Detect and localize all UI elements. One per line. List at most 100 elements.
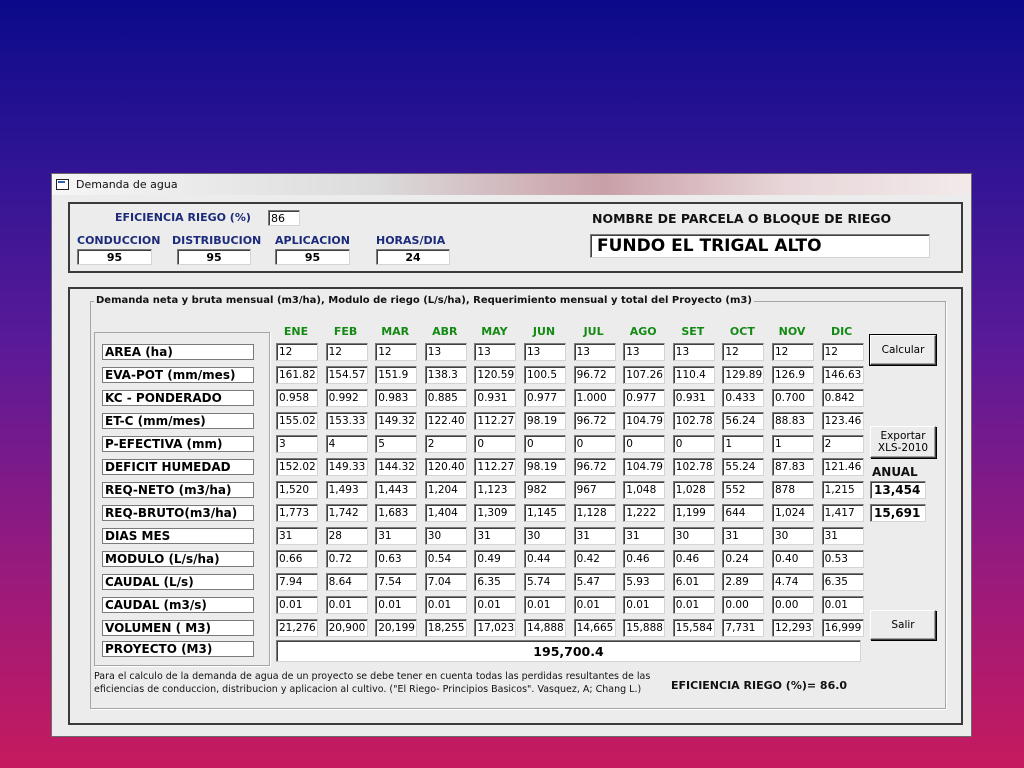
table-cell[interactable]: 0 xyxy=(474,435,517,453)
table-cell[interactable]: 12 xyxy=(722,343,765,361)
table-cell[interactable]: 5.47 xyxy=(573,573,616,591)
table-cell[interactable]: 0.53 xyxy=(821,550,864,568)
table-cell[interactable]: 0.72 xyxy=(325,550,368,568)
table-cell[interactable]: 153.33 xyxy=(325,412,368,430)
table-cell[interactable]: 14,665 xyxy=(573,619,616,637)
table-cell[interactable]: 0.885 xyxy=(424,389,467,407)
table-cell[interactable]: 0.46 xyxy=(672,550,715,568)
table-cell[interactable]: 4.74 xyxy=(772,573,814,591)
table-cell[interactable]: 1.000 xyxy=(573,389,616,407)
table-cell[interactable]: 155.02 xyxy=(276,412,318,430)
table-cell[interactable]: 1 xyxy=(772,435,814,453)
table-cell[interactable]: 13 xyxy=(573,343,616,361)
table-cell[interactable]: 161.82 xyxy=(276,366,318,384)
table-cell[interactable]: 104.79 xyxy=(623,412,666,430)
table-cell[interactable]: 151.9 xyxy=(375,366,418,384)
table-cell[interactable]: 0.01 xyxy=(623,596,666,614)
table-cell[interactable]: 107.26 xyxy=(623,366,666,384)
table-cell[interactable]: 1,742 xyxy=(325,504,368,522)
table-cell[interactable]: 102.78 xyxy=(672,412,715,430)
table-cell[interactable]: 1,404 xyxy=(424,504,467,522)
table-cell[interactable]: 0.01 xyxy=(325,596,368,614)
calcular-button[interactable]: Calcular xyxy=(869,334,937,366)
table-cell[interactable]: 1,773 xyxy=(276,504,318,522)
table-cell[interactable]: 13 xyxy=(524,343,566,361)
table-cell[interactable]: 1,443 xyxy=(375,481,418,499)
table-cell[interactable]: 0.00 xyxy=(772,596,814,614)
table-cell[interactable]: 5.93 xyxy=(623,573,666,591)
table-cell[interactable]: 0.958 xyxy=(276,389,318,407)
table-cell[interactable]: 1 xyxy=(722,435,765,453)
table-cell[interactable]: 1,128 xyxy=(573,504,616,522)
table-cell[interactable]: 17,023 xyxy=(474,619,517,637)
aplicacion-input[interactable]: 95 xyxy=(275,249,350,265)
table-cell[interactable]: 21,276 xyxy=(276,619,318,637)
conduccion-input[interactable]: 95 xyxy=(77,249,152,265)
table-cell[interactable]: 30 xyxy=(772,527,814,545)
table-cell[interactable]: 12 xyxy=(375,343,418,361)
table-cell[interactable]: 112.27 xyxy=(474,412,517,430)
table-cell[interactable]: 0.931 xyxy=(672,389,715,407)
table-cell[interactable]: 30 xyxy=(424,527,467,545)
table-cell[interactable]: 2 xyxy=(424,435,467,453)
table-cell[interactable]: 129.89 xyxy=(722,366,765,384)
table-cell[interactable]: 0.983 xyxy=(375,389,418,407)
table-cell[interactable]: 31 xyxy=(375,527,418,545)
table-cell[interactable]: 1,123 xyxy=(474,481,517,499)
table-cell[interactable]: 104.79 xyxy=(623,458,666,476)
table-cell[interactable]: 1,199 xyxy=(672,504,715,522)
table-cell[interactable]: 7.54 xyxy=(375,573,418,591)
table-cell[interactable]: 96.72 xyxy=(573,458,616,476)
table-cell[interactable]: 0.49 xyxy=(474,550,517,568)
table-cell[interactable]: 98.19 xyxy=(524,458,566,476)
table-cell[interactable]: 0.44 xyxy=(524,550,566,568)
table-cell[interactable]: 56.24 xyxy=(722,412,765,430)
table-cell[interactable]: 6.35 xyxy=(474,573,517,591)
table-cell[interactable]: 12 xyxy=(821,343,864,361)
table-cell[interactable]: 31 xyxy=(821,527,864,545)
table-cell[interactable]: 982 xyxy=(524,481,566,499)
table-cell[interactable]: 0.01 xyxy=(821,596,864,614)
table-cell[interactable]: 967 xyxy=(573,481,616,499)
table-cell[interactable]: 31 xyxy=(276,527,318,545)
table-cell[interactable]: 0.992 xyxy=(325,389,368,407)
table-cell[interactable]: 0.24 xyxy=(722,550,765,568)
table-cell[interactable]: 4 xyxy=(325,435,368,453)
table-cell[interactable]: 13 xyxy=(672,343,715,361)
table-cell[interactable]: 0.01 xyxy=(424,596,467,614)
table-cell[interactable]: 20,199 xyxy=(375,619,418,637)
table-cell[interactable]: 1,215 xyxy=(821,481,864,499)
table-cell[interactable]: 98.19 xyxy=(524,412,566,430)
table-cell[interactable]: 0.977 xyxy=(524,389,566,407)
distribucion-input[interactable]: 95 xyxy=(177,249,251,265)
table-cell[interactable]: 1,145 xyxy=(524,504,566,522)
table-cell[interactable]: 30 xyxy=(524,527,566,545)
table-cell[interactable]: 55.24 xyxy=(722,458,765,476)
table-cell[interactable]: 0.66 xyxy=(276,550,318,568)
table-cell[interactable]: 0.01 xyxy=(474,596,517,614)
table-cell[interactable]: 1,520 xyxy=(276,481,318,499)
table-cell[interactable]: 20,900 xyxy=(325,619,368,637)
table-cell[interactable]: 6.01 xyxy=(672,573,715,591)
table-cell[interactable]: 644 xyxy=(722,504,765,522)
table-cell[interactable]: 7.04 xyxy=(424,573,467,591)
table-cell[interactable]: 1,222 xyxy=(623,504,666,522)
table-cell[interactable]: 110.4 xyxy=(672,366,715,384)
table-cell[interactable]: 12,293 xyxy=(772,619,814,637)
table-cell[interactable]: 6.35 xyxy=(821,573,864,591)
table-cell[interactable]: 112.27 xyxy=(474,458,517,476)
table-cell[interactable]: 2.89 xyxy=(722,573,765,591)
table-cell[interactable]: 552 xyxy=(722,481,765,499)
table-cell[interactable]: 123.46 xyxy=(821,412,864,430)
table-cell[interactable]: 3 xyxy=(276,435,318,453)
exportar-button[interactable]: Exportar XLS-2010 xyxy=(870,426,936,458)
table-cell[interactable]: 12 xyxy=(276,343,318,361)
table-cell[interactable]: 0 xyxy=(573,435,616,453)
table-cell[interactable]: 8.64 xyxy=(325,573,368,591)
eficiencia-input[interactable]: 86 xyxy=(268,210,300,226)
table-cell[interactable]: 0.01 xyxy=(276,596,318,614)
table-cell[interactable]: 0.700 xyxy=(772,389,814,407)
table-cell[interactable]: 14,888 xyxy=(524,619,566,637)
table-cell[interactable]: 18,255 xyxy=(424,619,467,637)
table-cell[interactable]: 96.72 xyxy=(573,366,616,384)
